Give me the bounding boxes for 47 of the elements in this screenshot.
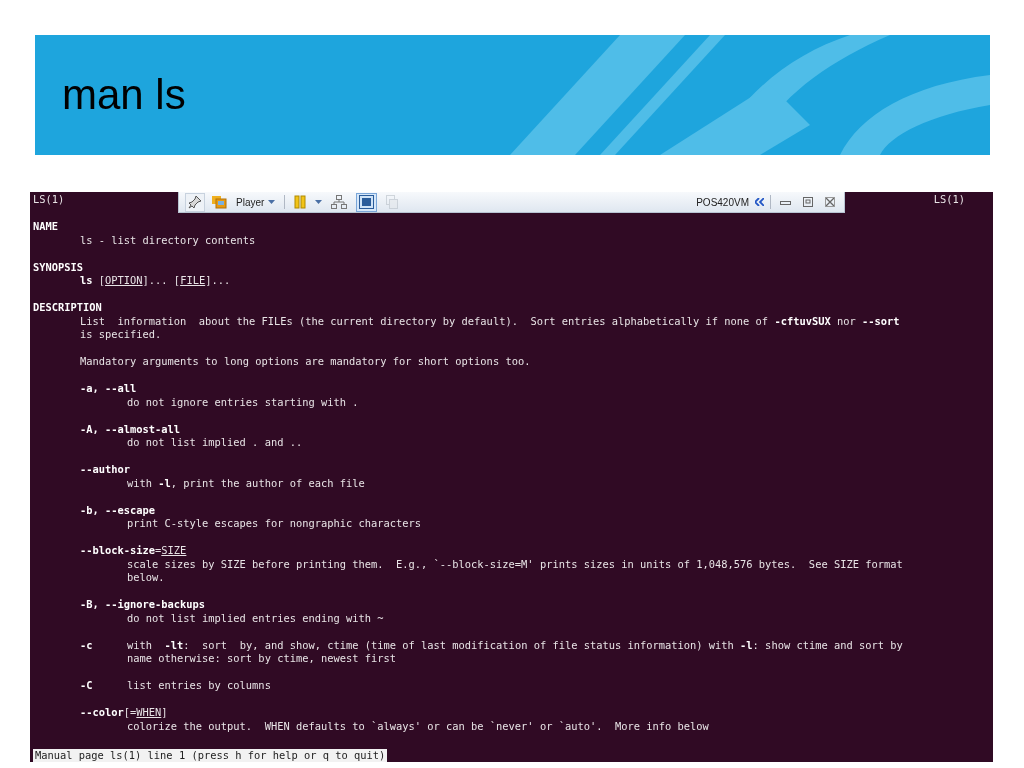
option-description: below. (127, 571, 165, 585)
section-heading: SYNOPSIS (33, 260, 84, 274)
vm-name: POS420VM (696, 196, 749, 208)
option-name: --author (80, 463, 131, 477)
page-header: LS(1) (933, 193, 965, 207)
option-name: -B, --ignore-backups (80, 598, 206, 612)
option-name: -a, --all (80, 382, 137, 396)
collapse-chevron-icon[interactable] (755, 198, 764, 206)
text-line: ls - list directory contents (80, 233, 256, 247)
fullscreen-button[interactable] (356, 192, 378, 212)
option-description: do not ignore entries starting with . (127, 395, 359, 409)
caret-icon (268, 200, 276, 204)
option-description: name otherwise: sort by ctime, newest first (127, 652, 396, 666)
pin-icon (188, 195, 202, 209)
option-description: with -l, print the author of each file (127, 476, 365, 490)
text-line: ls [OPTION]... [FILE]... (80, 274, 231, 288)
option-description: print C-style escapes for nongraphic characters (127, 517, 422, 531)
text-line: is specified. (80, 328, 162, 342)
text-line: List information about the FILEs (the current directory by default). Sort entries alphabetically if none of -cftuvSUX nor --sort (80, 314, 900, 328)
pause-icon (294, 195, 307, 209)
option-description: scale sizes by SIZE before printing them. E.g., `--block-size=M' prints sizes in units of 1,048,576 bytes. See SIZE format (127, 557, 903, 571)
page-header: LS(1) (33, 193, 65, 207)
player-logo-icon (211, 195, 227, 209)
caret-icon[interactable] (315, 200, 323, 204)
option-description: do not list implied entries ending with ~ (127, 611, 384, 625)
pin-button[interactable] (185, 192, 205, 212)
close-icon (825, 197, 835, 207)
option-name: -b, --escape (80, 503, 156, 517)
restore-icon (803, 197, 813, 207)
window-stack-icon (386, 195, 399, 209)
minimize-icon (780, 198, 791, 206)
option-name: --block-size=SIZE (80, 544, 187, 558)
option-description: colorize the output. WHEN defaults to `always' or can be `never' or `auto'. More info below (127, 719, 709, 733)
option-name: -C (80, 679, 94, 693)
option-description: list entries by columns (127, 679, 271, 693)
section-heading: NAME (33, 220, 59, 234)
section-heading: DESCRIPTION (33, 301, 102, 315)
option-name: -A, --almost-all (80, 422, 181, 436)
option-name: -c (80, 638, 94, 652)
option-description: with -lt: sort by, and show, ctime (time of last modification of file status information) with -l: show ctime and sort by (127, 638, 903, 652)
option-description: do not list implied . and .. (127, 436, 303, 450)
option-name: --color[=WHEN] (80, 706, 168, 720)
slide-title: man ls (62, 71, 186, 119)
text-line: Mandatory arguments to long options are mandatory for short options too. (80, 355, 531, 369)
player-menu[interactable]: Player (233, 192, 279, 212)
fullscreen-icon (359, 195, 375, 209)
network-icon (331, 195, 348, 209)
